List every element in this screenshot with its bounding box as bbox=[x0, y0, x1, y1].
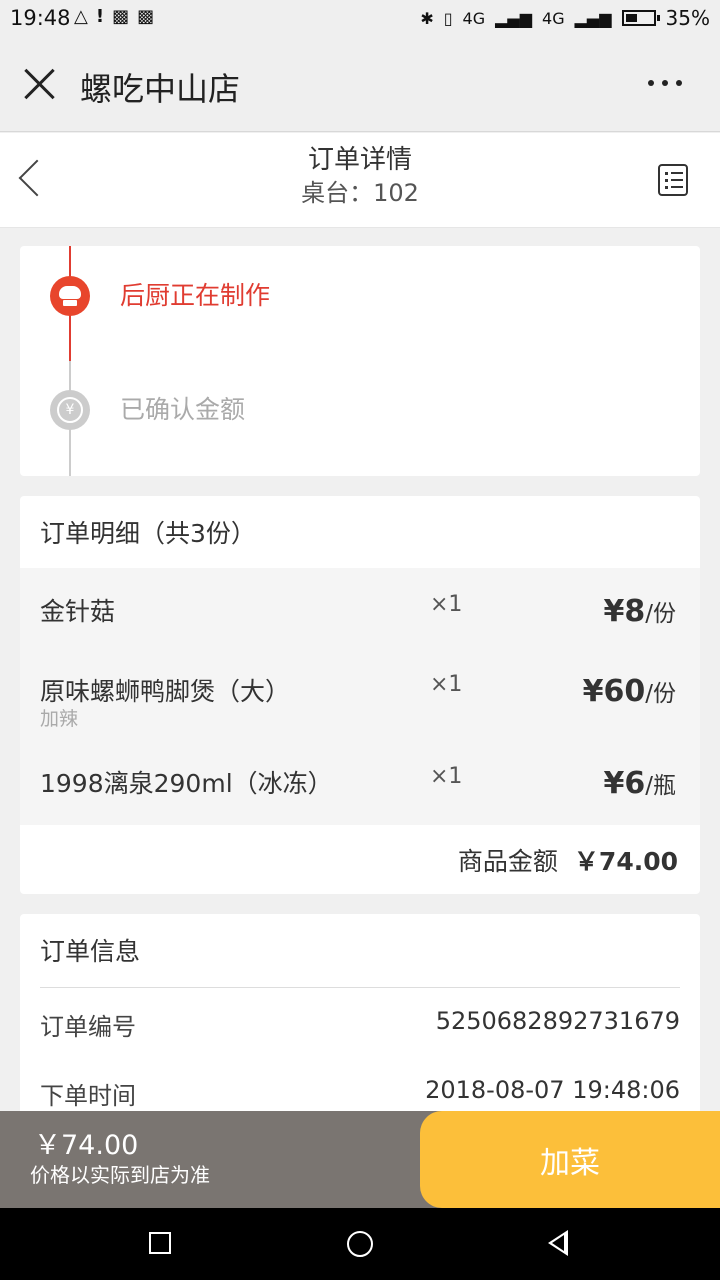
total-value: ￥74.00 bbox=[573, 847, 678, 876]
yen-icon: ¥ bbox=[50, 390, 90, 430]
more-icon[interactable] bbox=[648, 80, 682, 86]
add-dish-button[interactable]: 加菜 bbox=[420, 1111, 720, 1208]
app-title-bar: 螺吃中山店 bbox=[0, 38, 720, 132]
close-icon[interactable] bbox=[22, 66, 58, 102]
order-number-label: 订单编号 bbox=[40, 1013, 136, 1041]
app-title: 螺吃中山店 bbox=[80, 70, 241, 108]
app-notification-icon: △ bbox=[74, 6, 88, 27]
list-item: 1998漓泉290ml（冰冻） ×1 ¥6/瓶 bbox=[20, 764, 700, 824]
item-note: 加辣 bbox=[40, 708, 79, 730]
item-name: 金针菇 bbox=[40, 597, 116, 626]
battery-percent: 35% bbox=[665, 6, 710, 30]
order-total: 商品金额 ￥74.00 bbox=[458, 842, 678, 878]
bottom-total: ￥74.00 bbox=[34, 1130, 139, 1161]
battery-icon bbox=[621, 10, 660, 26]
table-number: 桌台：102 bbox=[301, 179, 419, 207]
s-badge-icon: ▩ bbox=[137, 6, 155, 27]
divider bbox=[40, 987, 680, 988]
bluetooth-icon: ✱ bbox=[420, 8, 434, 28]
status-step-cooking: 后厨正在制作 bbox=[120, 281, 271, 310]
order-number-value: 5250682892731679 bbox=[435, 1007, 680, 1035]
network-label-1: 4G bbox=[462, 8, 486, 28]
order-time-value: 2018-08-07 19:48:06 bbox=[425, 1076, 680, 1104]
system-nav-bar bbox=[0, 1208, 720, 1280]
signal-icon: ▂▄▆ bbox=[574, 8, 612, 28]
item-price: ¥8/份 bbox=[603, 594, 677, 629]
item-qty: ×1 bbox=[430, 764, 463, 789]
list-icon[interactable] bbox=[658, 164, 688, 196]
notification-icons: △ ! ▩ ▩ bbox=[74, 6, 154, 27]
back-nav-icon[interactable] bbox=[548, 1230, 568, 1256]
order-items-list: 金针菇 ×1 ¥8/份 原味螺蛳鸭脚煲（大） 加辣 ×1 ¥60/份 1998漓… bbox=[20, 568, 700, 825]
chef-hat-icon bbox=[50, 276, 90, 316]
vibrate-icon: ▯ bbox=[443, 8, 453, 28]
home-icon[interactable] bbox=[347, 1231, 373, 1257]
order-detail-heading: 订单明细（共3份） bbox=[40, 519, 256, 548]
item-qty: ×1 bbox=[430, 592, 463, 617]
recent-apps-icon[interactable] bbox=[149, 1232, 171, 1254]
s-badge-icon: ▩ bbox=[112, 6, 130, 27]
list-item: 原味螺蛳鸭脚煲（大） 加辣 ×1 ¥60/份 bbox=[20, 668, 700, 748]
item-name: 原味螺蛳鸭脚煲（大） bbox=[40, 677, 291, 706]
order-detail-card: 订单明细（共3份） 金针菇 ×1 ¥8/份 原味螺蛳鸭脚煲（大） 加辣 ×1 ¥… bbox=[20, 496, 700, 894]
signal-icon: ▂▄▆ bbox=[495, 8, 533, 28]
item-price: ¥6/瓶 bbox=[603, 766, 677, 801]
system-icons: ✱ ▯ 4G ▂▄▆ 4G ▂▄▆ 35% bbox=[420, 6, 710, 30]
status-bar: 19:48 △ ! ▩ ▩ ✱ ▯ 4G ▂▄▆ 4G ▂▄▆ 35% bbox=[0, 0, 720, 38]
network-label-2: 4G bbox=[542, 8, 565, 28]
item-price: ¥60/份 bbox=[582, 674, 676, 709]
alert-icon: ! bbox=[95, 6, 105, 27]
status-step-confirmed: 已确认金额 bbox=[120, 395, 246, 424]
item-qty: ×1 bbox=[430, 672, 463, 697]
order-info-heading: 订单信息 bbox=[40, 937, 141, 966]
price-hint: 价格以实际到店为准 bbox=[30, 1163, 210, 1187]
status-time: 19:48 bbox=[10, 6, 71, 30]
page-header: 订单详情 桌台：102 bbox=[0, 133, 720, 228]
total-label: 商品金额 bbox=[457, 847, 558, 876]
list-item: 金针菇 ×1 ¥8/份 bbox=[20, 588, 700, 658]
checkout-bar: ￥74.00 价格以实际到店为准 加菜 bbox=[0, 1111, 720, 1208]
order-info-card: 订单信息 订单编号 5250682892731679 下单时间 2018-08-… bbox=[20, 914, 700, 1124]
page-title: 订单详情 bbox=[307, 145, 412, 175]
order-time-label: 下单时间 bbox=[40, 1082, 136, 1110]
item-name: 1998漓泉290ml（冰冻） bbox=[40, 769, 333, 798]
order-status-card: 后厨正在制作 ¥ 已确认金额 bbox=[20, 246, 700, 476]
